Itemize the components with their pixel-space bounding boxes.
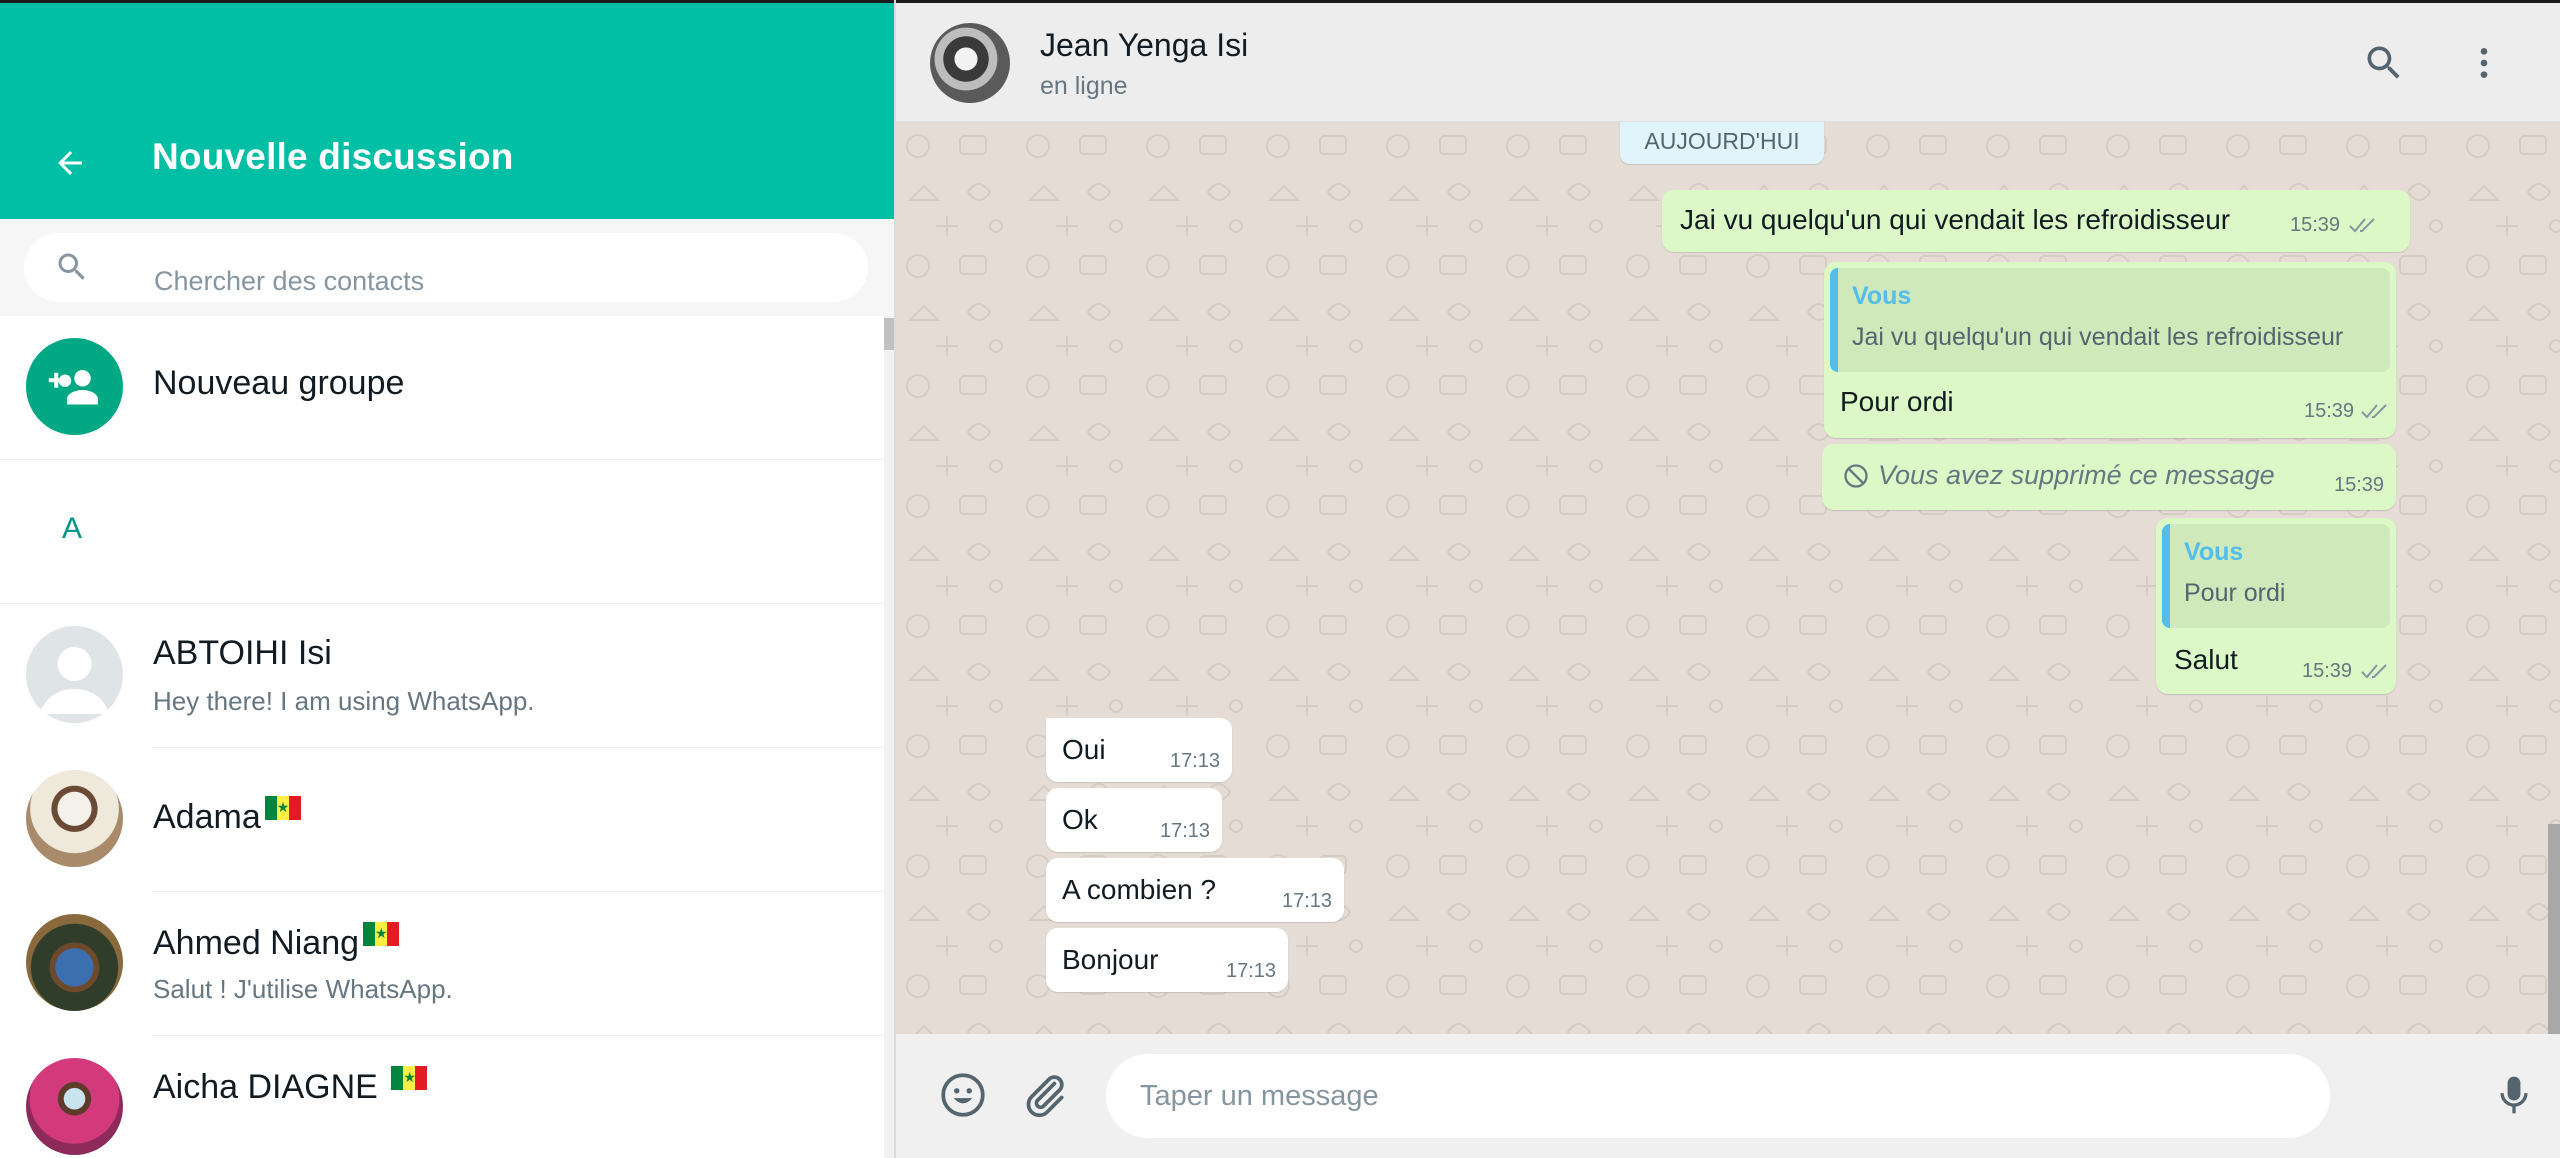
prohibited-icon: [1844, 464, 1868, 488]
quoted-message[interactable]: Vous Jai vu quelqu'un qui vendait les re…: [1830, 268, 2390, 372]
quote-text: Jai vu quelqu'un qui vendait les refroid…: [1852, 323, 2344, 351]
contact-status: Salut ! J'utilise WhatsApp.: [153, 974, 453, 1004]
contact-name: Aicha DIAGNE: [153, 1066, 428, 1107]
message-composer: [896, 1034, 2560, 1158]
avatar: [26, 914, 123, 1011]
incoming-message[interactable]: Oui 17:13: [1046, 718, 1232, 782]
conversation-panel: Jean Yenga Isi en ligne AUJOURD'HUI Jai …: [896, 0, 2560, 1158]
message-text: Vous avez supprimé ce message: [1878, 460, 2275, 490]
contact-avatar[interactable]: [930, 23, 1010, 103]
message-time: 17:13: [1160, 820, 1211, 842]
section-letter: A: [62, 512, 83, 545]
message-text: Ok: [1062, 804, 1098, 835]
quote-author: Vous: [2184, 538, 2244, 566]
double-check-icon: [2349, 218, 2375, 233]
contact-item[interactable]: Ahmed Niang Salut ! J'utilise WhatsApp.: [0, 892, 884, 1036]
panel-title: Nouvelle discussion: [152, 136, 514, 177]
section-header-a: A: [0, 460, 884, 604]
contact-name: Ahmed Niang: [153, 922, 400, 963]
contact-name: ABTOIHI Isi: [153, 634, 332, 672]
message-time: 15:39: [2304, 400, 2355, 422]
contact-list-scrollbar-thumb[interactable]: [884, 318, 894, 350]
message-time: 15:39: [2334, 474, 2385, 496]
outgoing-message[interactable]: Vous Jai vu quelqu'un qui vendait les re…: [1824, 262, 2396, 438]
deleted-message[interactable]: Vous avez supprimé ce message 15:39: [1822, 444, 2396, 510]
contact-item[interactable]: Adama: [0, 748, 884, 892]
avatar: [26, 626, 123, 723]
senegal-flag-icon: [363, 922, 400, 946]
conversation-header[interactable]: Jean Yenga Isi en ligne: [896, 0, 2560, 122]
new-group-row[interactable]: Nouveau groupe: [0, 316, 884, 460]
outgoing-message[interactable]: Jai vu quelqu'un qui vendait les refroid…: [1662, 190, 2410, 252]
contact-list: Nouveau groupe A ABTOIHI Isi Hey there! …: [0, 316, 884, 1158]
group-add-icon: [48, 369, 98, 404]
contact-item[interactable]: ABTOIHI Isi Hey there! I am using WhatsA…: [0, 604, 884, 748]
double-check-icon: [2361, 404, 2387, 419]
contact-presence: en ligne: [1040, 72, 1128, 100]
paperclip-icon[interactable]: [1020, 1070, 1070, 1120]
contact-search-bar: [0, 219, 894, 316]
incoming-message[interactable]: Bonjour 17:13: [1046, 928, 1288, 992]
message-input-box[interactable]: [1106, 1054, 2330, 1138]
message-time: 17:13: [1282, 890, 1333, 912]
message-text: Salut: [2174, 644, 2238, 675]
new-group-avatar: [26, 338, 123, 435]
message-text: A combien ?: [1062, 874, 1217, 905]
message-time: 17:13: [1170, 750, 1221, 772]
message-text: Jai vu quelqu'un qui vendait les refroid…: [1680, 204, 2231, 235]
quote-text: Pour ordi: [2184, 579, 2286, 607]
outgoing-message[interactable]: Vous Pour ordi Salut 15:39: [2156, 518, 2396, 694]
senegal-flag-icon: [264, 796, 301, 820]
more-vertical-icon[interactable]: [2464, 41, 2504, 85]
senegal-flag-icon: [391, 1066, 428, 1090]
contact-search-box[interactable]: [24, 233, 868, 316]
contact-search-input[interactable]: [154, 247, 854, 316]
message-time: 15:39: [2290, 214, 2341, 236]
search-icon: [58, 253, 85, 280]
message-time: 15:39: [2302, 660, 2353, 682]
contact-name: Jean Yenga Isi: [1040, 27, 1249, 63]
message-text: Pour ordi: [1840, 386, 1954, 417]
quote-author: Vous: [1852, 282, 1912, 310]
message-input[interactable]: [1140, 1054, 2300, 1138]
avatar: [26, 1058, 123, 1155]
message-list-scrollbar-thumb[interactable]: [2548, 824, 2560, 1034]
arrow-left-icon: [58, 151, 82, 175]
search-icon[interactable]: [2362, 41, 2406, 85]
message-list: AUJOURD'HUI Jai vu quelqu'un qui vendait…: [896, 122, 2560, 1034]
date-separator: AUJOURD'HUI: [1620, 122, 1824, 164]
contact-list-scrollbar[interactable]: [884, 316, 894, 1158]
message-text: Bonjour: [1062, 944, 1159, 975]
incoming-message[interactable]: Ok 17:13: [1046, 788, 1222, 852]
contact-name: Adama: [153, 796, 301, 837]
new-group-label: Nouveau groupe: [153, 364, 405, 402]
quoted-message[interactable]: Vous Pour ordi: [2162, 524, 2390, 628]
smiley-icon[interactable]: [938, 1070, 988, 1120]
double-check-icon: [2361, 664, 2387, 679]
new-chat-panel: Nouvelle discussion Nouveau groupe A: [0, 0, 896, 1158]
back-button[interactable]: [46, 139, 94, 187]
default-avatar-icon: [40, 647, 109, 714]
message-time: 17:13: [1226, 960, 1277, 982]
message-text: Oui: [1062, 734, 1106, 765]
microphone-icon[interactable]: [2492, 1070, 2536, 1120]
contact-status: Hey there! I am using WhatsApp.: [153, 686, 535, 716]
incoming-message[interactable]: A combien ? 17:13: [1046, 858, 1344, 922]
avatar: [26, 770, 123, 867]
contact-item[interactable]: Aicha DIAGNE: [0, 1036, 884, 1158]
new-chat-header: Nouvelle discussion: [0, 0, 894, 219]
